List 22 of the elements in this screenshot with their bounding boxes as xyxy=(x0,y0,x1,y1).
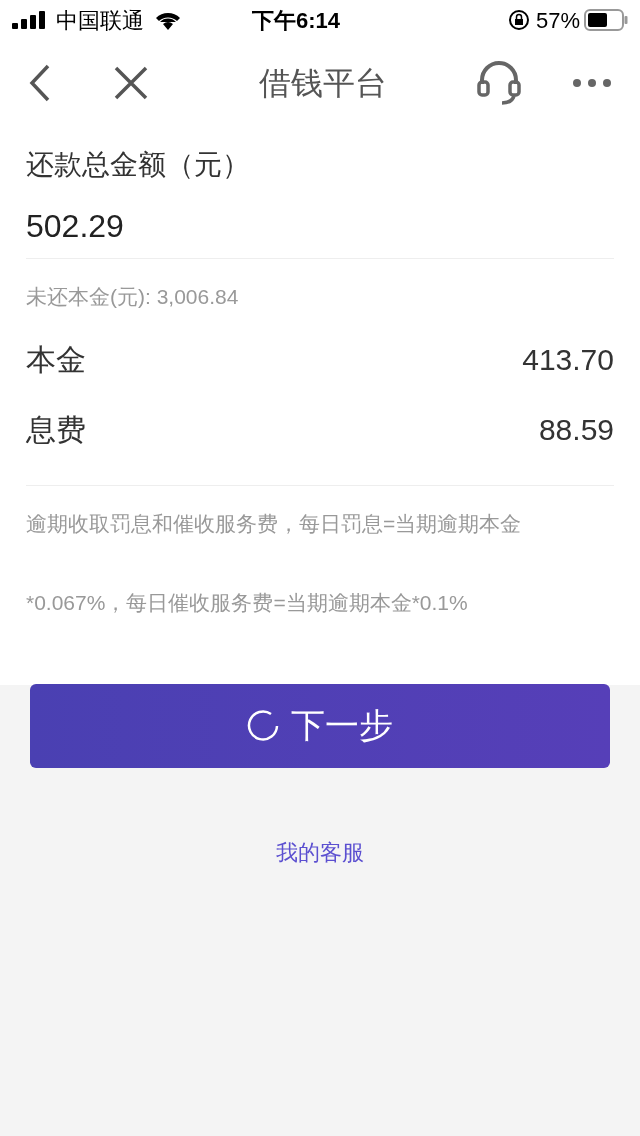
row-label: 本金 xyxy=(26,342,86,378)
more-icon[interactable] xyxy=(572,78,612,88)
next-button[interactable]: 下一步 xyxy=(30,683,610,768)
row-value: 88.59 xyxy=(538,412,614,448)
page-title: 借钱平台 xyxy=(259,64,387,103)
total-amount: 502.29 xyxy=(26,202,614,259)
clock: 下午6:14 xyxy=(252,6,341,35)
wifi-icon xyxy=(154,10,182,30)
fee-note: 逾期收取罚息和催收服务费，每日罚息=当期逾期本金 xyxy=(26,510,523,537)
battery-percent: 57% xyxy=(535,6,580,35)
total-label: 还款总金额（元） xyxy=(26,148,251,182)
service-link[interactable]: 我的客服 xyxy=(276,835,364,869)
signal-icon xyxy=(12,11,48,29)
battery-icon xyxy=(584,9,628,31)
row-label: 息费 xyxy=(26,412,86,448)
remaining-principal: 未还本金(元): 3,006.84 xyxy=(26,284,240,310)
fee-note: *0.067%，每日催收服务费=当期逾期本金*0.1% xyxy=(26,590,469,616)
row-value: 413.70 xyxy=(522,342,614,378)
carrier-name: 中国联通 xyxy=(56,6,144,35)
rotation-lock-icon xyxy=(507,9,530,31)
close-button[interactable] xyxy=(114,65,150,101)
headset-icon[interactable] xyxy=(476,60,522,106)
